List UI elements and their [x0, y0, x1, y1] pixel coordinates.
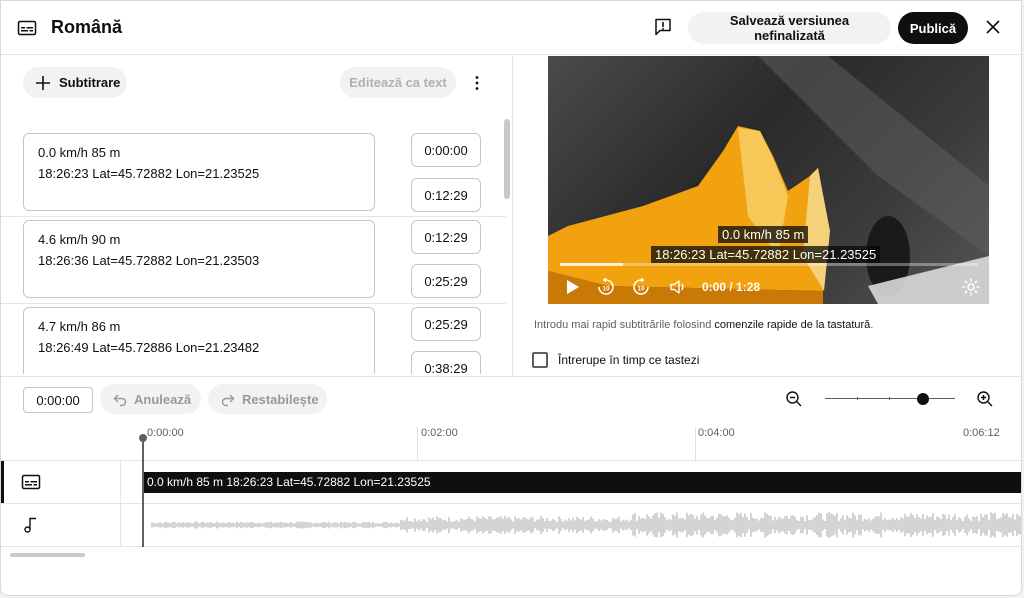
subtitle-list: 0.0 km/h 85 m 18:26:23 Lat=45.72882 Lon=…: [1, 116, 506, 374]
video-time-display: 0:00 / 1:28: [702, 280, 761, 294]
cue-start-time[interactable]: 0:25:29: [411, 307, 481, 341]
playhead-handle[interactable]: [139, 434, 147, 442]
subtitles-icon: [21, 474, 41, 490]
subtitle-track-header[interactable]: [1, 461, 121, 503]
page-title: Română: [51, 17, 123, 37]
video-caption-line: 18:26:23 Lat=45.72882 Lon=21.23525: [651, 246, 881, 263]
svg-text:10: 10: [637, 286, 645, 293]
subtitle-track: 0.0 km/h 85 m 18:26:23 Lat=45.72882 Lon=…: [1, 461, 1021, 504]
ruler-tick-label: 0:02:00: [421, 427, 458, 439]
rewind-10-icon[interactable]: 10: [596, 277, 616, 297]
timeline-ruler[interactable]: 0:00:00 0:02:00 0:04:00 0:06:12: [1, 421, 1021, 461]
undo-icon: [113, 394, 127, 407]
add-subtitle-button[interactable]: Subtitrare: [23, 67, 127, 98]
timeline-subtitle-block[interactable]: 0.0 km/h 85 m 18:26:23 Lat=45.72882 Lon=…: [143, 472, 1021, 493]
publish-button[interactable]: Publică: [898, 12, 968, 44]
cue-end-time[interactable]: 0:12:29: [411, 178, 481, 212]
gear-icon[interactable]: [961, 277, 981, 297]
play-icon[interactable]: [562, 277, 582, 297]
list-item: 4.7 km/h 86 m 18:26:49 Lat=45.72886 Lon=…: [1, 303, 506, 374]
plus-icon: [36, 75, 50, 90]
cue-line: 4.7 km/h 86 m: [38, 319, 121, 334]
ruler-tick-label: 0:04:00: [698, 427, 735, 439]
redo-label: Restabilește: [242, 391, 319, 407]
zoom-slider-tick: [857, 397, 858, 400]
pause-while-typing-checkbox[interactable]: [532, 352, 548, 368]
close-icon[interactable]: [983, 17, 1003, 37]
zoom-slider-tick: [889, 397, 890, 400]
timeline-horizontal-scrollbar[interactable]: [10, 553, 85, 557]
more-vert-icon[interactable]: [467, 73, 487, 93]
pause-while-typing-label: Întrerupe în timp ce tastezi: [558, 353, 700, 367]
feedback-icon[interactable]: [653, 17, 673, 37]
list-item: 4.6 km/h 90 m 18:26:36 Lat=45.72882 Lon=…: [1, 216, 506, 303]
cue-text-field[interactable]: 4.6 km/h 90 m 18:26:36 Lat=45.72882 Lon=…: [23, 220, 375, 298]
zoom-slider-track[interactable]: [825, 398, 955, 399]
volume-icon[interactable]: [668, 277, 688, 297]
cue-text-field[interactable]: 0.0 km/h 85 m 18:26:23 Lat=45.72882 Lon=…: [23, 133, 375, 211]
subtitle-list-panel: Subtitrare Editează ca text 0.0 km/h 85 …: [1, 56, 513, 376]
ruler-tick: [695, 427, 696, 461]
redo-button[interactable]: Restabilește: [208, 384, 327, 414]
hint-suffix: .: [870, 319, 874, 331]
ruler-tick-label: 0:00:00: [147, 427, 184, 439]
zoom-slider-handle[interactable]: [916, 393, 929, 405]
cue-start-time[interactable]: 0:00:00: [411, 133, 481, 167]
keyboard-shortcut-hint: Introdu mai rapid subtitrările folosind …: [534, 319, 873, 331]
cue-line: 18:26:23 Lat=45.72882 Lon=21.23525: [38, 166, 260, 181]
audio-waveform: [151, 512, 1021, 538]
editor-header: Română Salvează versiunea nefinalizată P…: [1, 1, 1021, 55]
music-note-icon: [24, 517, 36, 533]
current-time-field[interactable]: 0:00:00: [23, 387, 93, 413]
cue-text-field[interactable]: 4.7 km/h 86 m 18:26:49 Lat=45.72886 Lon=…: [23, 307, 375, 374]
hint-text: Introdu mai rapid subtitrările folosind: [534, 319, 715, 331]
video-caption-line: 0.0 km/h 85 m: [718, 226, 809, 243]
cue-line: 18:26:36 Lat=45.72882 Lon=21.23503: [38, 253, 260, 268]
video-progress-bar[interactable]: [560, 263, 978, 266]
cue-line: 4.6 km/h 90 m: [38, 232, 121, 247]
list-item: 0.0 km/h 85 m 18:26:23 Lat=45.72882 Lon=…: [1, 116, 506, 212]
save-draft-button[interactable]: Salvează versiunea nefinalizată: [688, 12, 891, 44]
undo-label: Anulează: [134, 391, 192, 407]
zoom-in-icon[interactable]: [976, 390, 994, 408]
zoom-out-icon[interactable]: [785, 390, 803, 408]
cue-line: 0.0 km/h 85 m: [38, 145, 121, 160]
video-frame-image: [548, 56, 989, 304]
subtitles-icon: [17, 20, 37, 36]
redo-icon: [221, 394, 235, 407]
video-preview[interactable]: 0.0 km/h 85 m 18:26:23 Lat=45.72882 Lon=…: [548, 56, 989, 304]
cue-line: 18:26:49 Lat=45.72886 Lon=21.23482: [38, 340, 260, 355]
audio-track: [1, 504, 1021, 547]
undo-button[interactable]: Anulează: [100, 384, 201, 414]
cue-end-time[interactable]: 0:38:29: [411, 351, 481, 374]
cue-end-time[interactable]: 0:25:29: [411, 264, 481, 298]
audio-track-header: [1, 504, 121, 546]
add-subtitle-label: Subtitrare: [59, 75, 121, 90]
timeline-playhead[interactable]: [142, 437, 144, 547]
edit-as-text-button[interactable]: Editează ca text: [340, 67, 456, 98]
timeline-toolbar: 0:00:00 Anulează Restabilește: [1, 376, 1021, 421]
video-progress-fill: [560, 263, 623, 266]
cue-start-time[interactable]: 0:12:29: [411, 220, 481, 254]
subtitle-editor-dialog: Română Salvează versiunea nefinalizată P…: [0, 0, 1022, 596]
ruler-tick: [417, 427, 418, 461]
svg-text:10: 10: [602, 286, 610, 293]
keyboard-shortcuts-link[interactable]: comenzile rapide de la tastatură: [714, 319, 870, 331]
ruler-tick-label: 0:06:12: [963, 427, 1000, 439]
forward-10-icon[interactable]: 10: [631, 277, 651, 297]
list-scrollbar[interactable]: [504, 119, 510, 199]
